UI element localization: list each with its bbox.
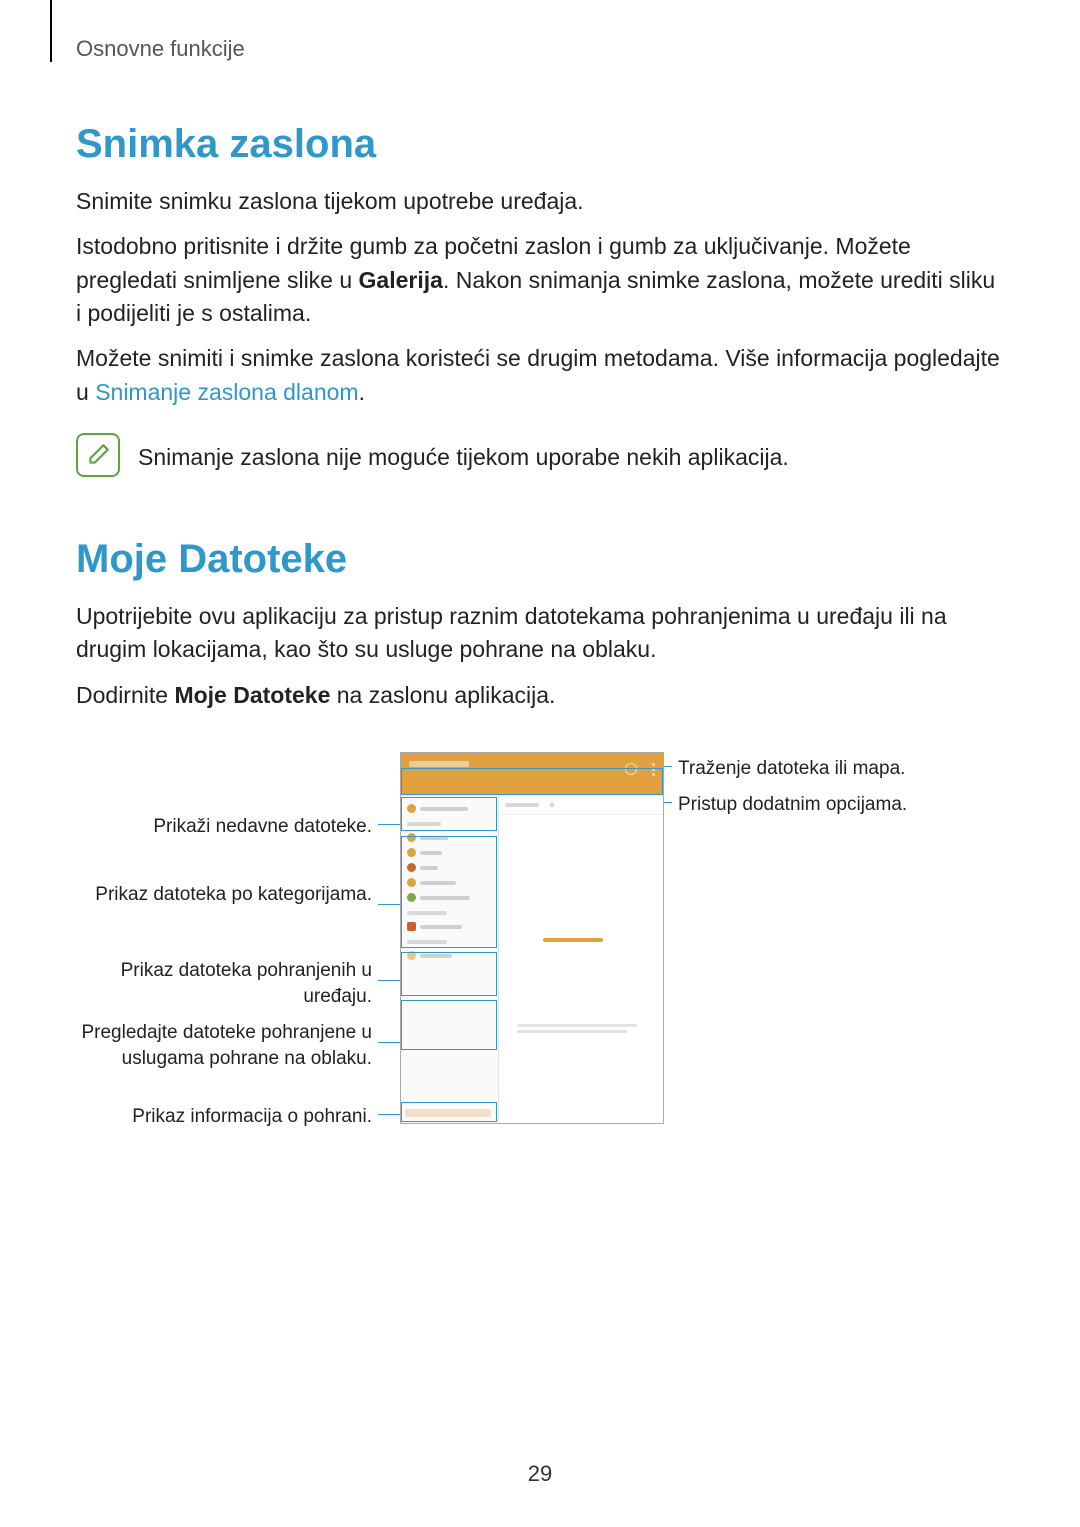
text: . [359,379,365,405]
search-icon [625,763,637,775]
sidebar-row-category [407,860,492,875]
app-body: + [401,795,663,1124]
dot-icon [407,863,416,872]
side-rule [50,0,52,62]
sidebar-heading [407,822,441,826]
sidebar-row-category [407,845,492,860]
dot-icon [407,833,416,842]
heading-moje-datoteke: Moje Datoteke [76,537,1004,582]
app-screenshot: + [400,752,664,1124]
app-header [401,753,663,795]
placeholder-line [420,881,456,885]
link-snimanje-dlanom[interactable]: Snimanje zaslona dlanom [95,379,358,405]
placeholder-line [420,925,462,929]
text: na zaslonu aplikacija. [330,682,555,708]
callout-storage: Prikaz informacija o pohrani. [76,1104,372,1130]
storage-bar [405,1109,491,1117]
paragraph: Možete snimiti i snimke zaslona koristeć… [76,342,1004,409]
paragraph: Upotrijebite ovu aplikaciju za pristup r… [76,600,1004,667]
app-title-placeholder [409,761,469,767]
sidebar-row-category [407,830,492,845]
text: Dodirnite [76,682,174,708]
placeholder-line [420,807,468,811]
page-content: Osnovne funkcije Snimka zaslona Snimite … [0,0,1080,1162]
sidebar-row-cloud [407,948,492,963]
more-icon [652,763,655,766]
sidebar-row-device [407,919,492,934]
placeholder-line [420,896,470,900]
sidebar-row-category [407,890,492,905]
callout-device: Prikaz datoteka pohranjenih u uređaju. [76,958,372,1009]
app-sidebar [401,795,499,1124]
sidebar-row-category [407,875,492,890]
dot-icon [407,893,416,902]
sidebar-row-recent [407,801,492,816]
app-main-pane: + [499,795,663,1124]
note-text: Snimanje zaslona nije moguće tijekom upo… [138,433,789,474]
sidebar-heading [407,911,447,915]
callout-cloud: Pregledajte datoteke pohranjene u usluga… [76,1020,372,1071]
dot-icon [407,804,416,813]
sidebar-heading [407,940,447,944]
dot-icon [407,848,416,857]
note-row: Snimanje zaslona nije moguće tijekom upo… [76,433,1004,477]
device-icon [407,922,416,931]
page-number: 29 [0,1461,1080,1487]
callout-search: Traženje datoteka ili mapa. [678,756,998,782]
bold-text: Galerija [359,267,443,293]
placeholder-line [420,954,452,958]
heading-snimka-zaslona: Snimka zaslona [76,122,1004,167]
placeholder-line [420,866,438,870]
placeholder-line [420,851,442,855]
tab [505,803,539,807]
bold-text: Moje Datoteke [174,682,330,708]
breadcrumb: Osnovne funkcije [76,36,1004,62]
plus-icon: + [545,798,559,812]
diagram: + Prikaži nedavne datoteke. Prikaz [76,752,1004,1162]
empty-state-hint [517,1021,647,1036]
paragraph: Snimite snimku zaslona tijekom upotrebe … [76,185,1004,218]
callout-more: Pristup dodatnim opcijama. [678,792,998,818]
note-icon [76,433,120,477]
paragraph: Dodirnite Moje Datoteke na zaslonu aplik… [76,679,1004,712]
callout-recent: Prikaži nedavne datoteke. [76,814,372,840]
empty-state-title [535,935,611,945]
dot-icon [407,878,416,887]
cloud-icon [407,951,416,960]
callout-categories: Prikaz datoteka po kategorijama. [76,882,372,908]
placeholder-line [420,836,448,840]
paragraph: Istodobno pritisnite i držite gumb za po… [76,230,1004,330]
tab-row: + [499,795,663,815]
